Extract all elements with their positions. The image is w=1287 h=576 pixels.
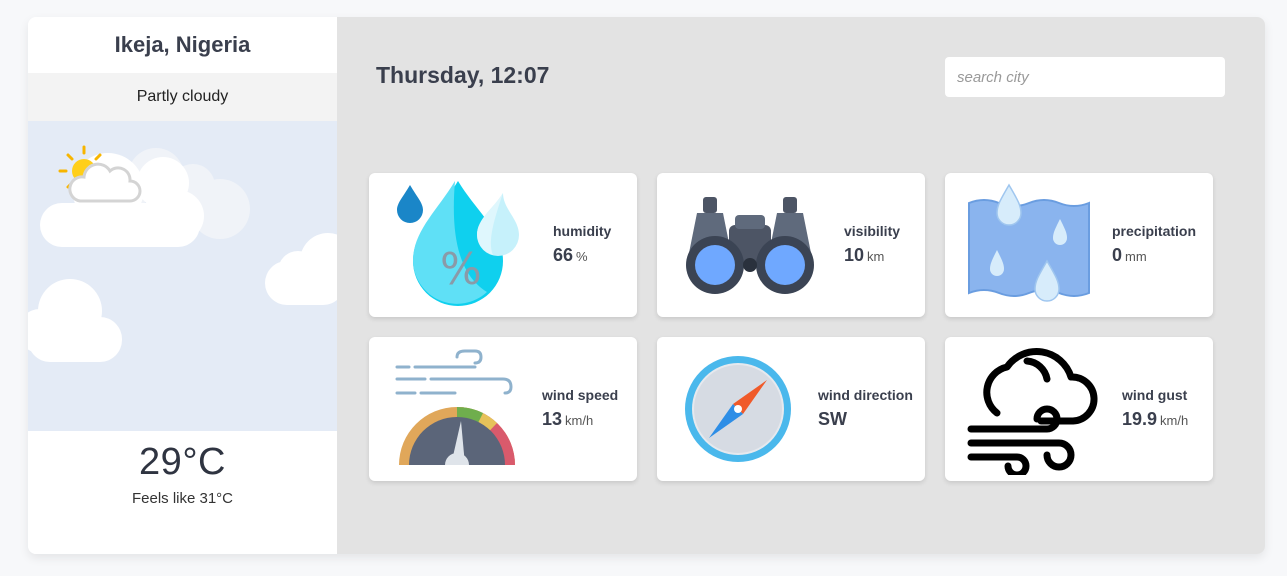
wind-gust-info: wind gust 19.9 km/h [1122,387,1188,430]
precipitation-value-row: 0 mm [1112,245,1196,266]
humidity-drop-icon: % [397,181,519,306]
wind-speed-card: wind speed 13 km/h [369,337,637,481]
wind-direction-label: wind direction [818,387,913,403]
search-input[interactable] [945,57,1225,97]
svg-text:%: % [440,244,482,295]
wind-gust-card: wind gust 19.9 km/h [945,337,1213,481]
humidity-unit: % [576,249,588,264]
wind-speed-label: wind speed [542,387,619,403]
wind-speed-unit: km/h [565,413,594,428]
visibility-unit: km [867,249,885,264]
binoculars-icon [686,197,814,294]
wind-gust-unit: km/h [1160,413,1189,428]
wind-gust-value-row: 19.9 km/h [1122,409,1188,430]
sidebar: Ikeja, Nigeria Partly cloudy 29°C Feels … [28,17,337,554]
cloud-wind-icon [967,348,1098,475]
wind-speed-value: 13 [542,409,563,429]
wind-speed-value-row: 13 km/h [542,409,618,430]
wind-direction-info: wind direction SW [818,387,913,430]
visibility-value: 10 [844,245,865,265]
precipitation-label: precipitation [1112,223,1197,239]
weather-app: Ikeja, Nigeria Partly cloudy 29°C Feels … [28,17,1265,554]
temperature-block: 29°C Feels like 31°C [28,431,337,554]
rain-icon [968,183,1090,302]
humidity-info: humidity 66% [553,223,611,266]
wind-gust-value: 19.9 [1122,409,1158,429]
wind-gauge-icon [395,349,515,465]
wind-speed-info: wind speed 13 km/h [542,387,618,430]
date-time: Thursday, 12:07 [376,62,550,88]
visibility-label: visibility [844,223,901,239]
compass-icon [685,356,791,462]
humidity-value-row: 66% [553,245,611,266]
temperature: 29°C [139,441,226,483]
visibility-info: visibility 10 km [844,223,900,266]
humidity-card: % humidity 66% [369,173,637,317]
precipitation-value: 0 [1112,245,1123,265]
precipitation-card: precipitation 0 mm [945,173,1213,317]
wind-direction-value: SW [818,409,847,429]
humidity-label: humidity [553,223,612,239]
main-panel: Thursday, 12:07 % humidity 66% [337,17,1265,554]
humidity-value: 66 [553,245,574,265]
feels-like: Feels like 31°C [131,490,234,507]
partly-cloudy-icon [58,145,142,203]
visibility-card: visibility 10 km [657,173,925,317]
wind-gust-label: wind gust [1122,387,1188,403]
precipitation-unit: mm [1125,249,1147,264]
sky-illustration [28,121,337,431]
city-name: Ikeja, Nigeria [114,32,251,57]
visibility-value-row: 10 km [844,245,900,266]
condition-text: Partly cloudy [28,73,337,121]
precipitation-info: precipitation 0 mm [1112,223,1196,266]
wind-direction-card: wind direction SW [657,337,925,481]
